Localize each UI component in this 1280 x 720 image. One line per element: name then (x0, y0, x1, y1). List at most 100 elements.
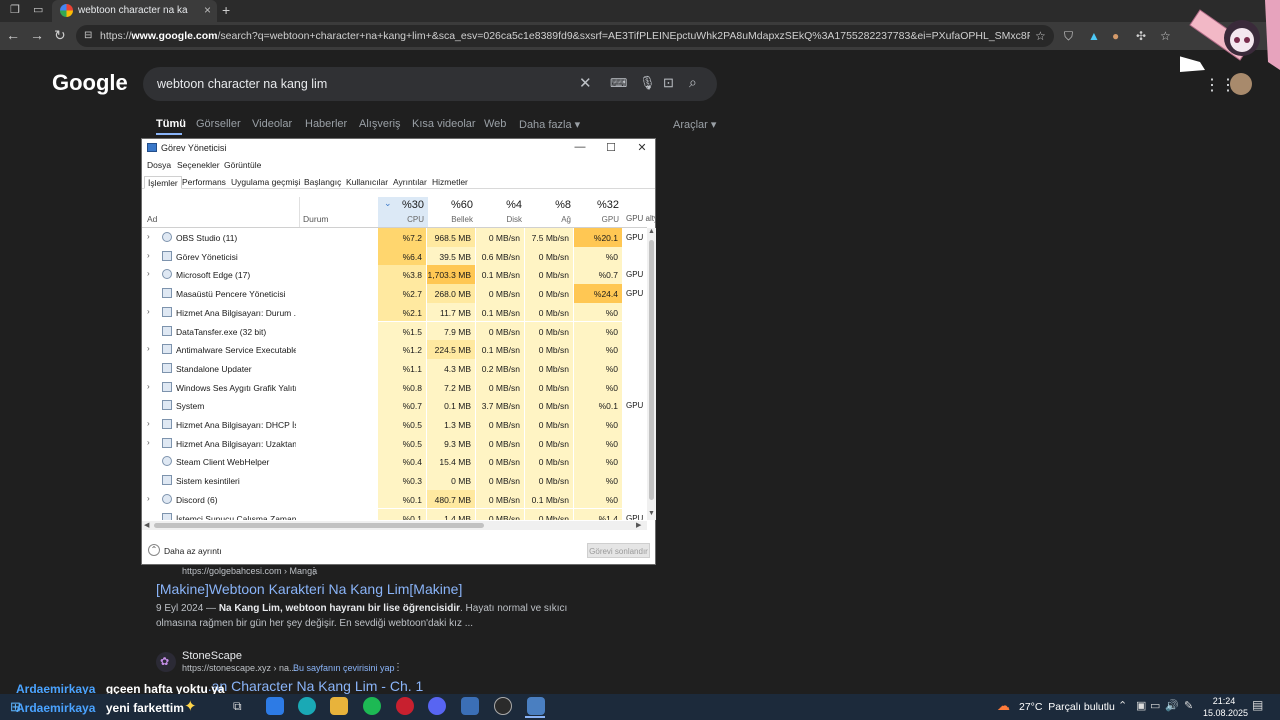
file-explorer-icon[interactable] (330, 697, 348, 715)
process-row[interactable]: › OBS Studio (11) %7.2 968.5 MB 0 MB/sn 7.5 M… (142, 228, 647, 247)
tray-app-icon[interactable]: ▣ (1136, 699, 1146, 712)
close-icon[interactable]: ✕ (632, 141, 652, 154)
pen-icon[interactable]: ✎ (1184, 699, 1193, 712)
keyboard-icon[interactable]: ⌨ (610, 76, 627, 90)
account-avatar[interactable] (1230, 73, 1252, 95)
app-icon[interactable] (461, 697, 479, 715)
col-status-header[interactable]: Durum (303, 214, 329, 224)
minimize-icon[interactable]: — (570, 141, 590, 153)
process-row[interactable]: › Antimalware Service Executable %1.2 224.5… (142, 340, 647, 359)
expand-chevron-icon[interactable]: › (147, 344, 150, 353)
process-row[interactable]: Sistem kesintileri %0.3 0 MB 0 MB/sn 0 Mb/sn… (142, 471, 647, 490)
menu-options[interactable]: Seçenekler (177, 160, 220, 170)
volume-icon[interactable]: 🔊 (1165, 699, 1179, 712)
site-info-icon[interactable]: ⊟ (84, 30, 92, 41)
scroll-down-icon[interactable]: ▼ (648, 510, 655, 517)
close-tab-icon[interactable]: × (204, 3, 211, 17)
start-icon[interactable]: ⊞ (10, 699, 21, 715)
process-row[interactable]: › Hizmet Ana Bilgisayarı: DHCP İs... %0.5 1… (142, 415, 647, 434)
result1-menu-icon[interactable]: ⋮ (309, 566, 319, 577)
favorite-star-icon[interactable]: ☆ (1035, 29, 1046, 43)
forward-icon[interactable]: → (30, 27, 44, 43)
tab-app-history[interactable]: Uygulama geçmişi (228, 176, 303, 189)
process-row[interactable]: DataTansfer.exe (32 bit) %1.5 7.9 MB 0 MB/s… (142, 321, 647, 341)
result2-menu-icon[interactable]: ⋮ (393, 662, 403, 673)
tab-web[interactable]: Web (484, 118, 506, 130)
task-view-icon[interactable]: ⧉ (233, 699, 242, 714)
task-manager-taskbar-icon[interactable] (527, 697, 545, 715)
menu-view[interactable]: Görüntüle (224, 160, 261, 170)
tab-videos[interactable]: Videolar (252, 118, 292, 130)
shield-icon[interactable]: ⛉ (1064, 29, 1073, 44)
clock-time[interactable]: 21:24 (1210, 696, 1238, 706)
expand-chevron-icon[interactable]: › (147, 419, 150, 428)
tab-images[interactable]: Görseller (196, 118, 241, 130)
expand-chevron-icon[interactable]: › (147, 494, 150, 503)
tab-performance[interactable]: Performans (179, 176, 229, 189)
fewer-details-link[interactable]: Daha az ayrıntı (164, 546, 222, 556)
col-disk-total[interactable]: %4 (474, 199, 522, 211)
valorant-icon[interactable] (396, 697, 414, 715)
obs-icon[interactable] (494, 697, 512, 715)
search-input[interactable]: webtoon character na kang lim (157, 77, 327, 91)
process-row[interactable]: › Hizmet Ana Bilgisayarı: Uzaktan ... %0.5… (142, 433, 647, 453)
vertical-scrollbar[interactable]: ▲ ▼ (647, 228, 656, 520)
spotify-icon[interactable] (363, 697, 381, 715)
process-row[interactable]: Masaüstü Pencere Yöneticisi %2.7 268.0 MB 0… (142, 284, 647, 303)
col-net-total[interactable]: %8 (523, 199, 571, 211)
tab-details[interactable]: Ayrıntılar (390, 176, 430, 189)
tab-short-videos[interactable]: Kısa videolar (412, 118, 476, 130)
google-logo[interactable]: Google (52, 70, 128, 96)
expand-chevron-icon[interactable]: › (147, 307, 150, 316)
tray-chevron-icon[interactable]: ⌃ (1118, 699, 1127, 712)
tab-all[interactable]: Tümü (156, 118, 186, 130)
horizontal-scrollbar[interactable]: ◀ ▶ (142, 521, 647, 530)
extension-icon[interactable]: ▲ (1088, 29, 1100, 43)
result2-translate-link[interactable]: Bu sayfanın çevirisini yap (293, 663, 395, 673)
weather-text[interactable]: 27°C Parçalı bulutlu (1019, 701, 1115, 713)
scroll-right-icon[interactable]: ▶ (636, 521, 641, 529)
col-gpu-header[interactable]: GPU (571, 215, 619, 224)
collapse-chevron-icon[interactable]: ⌃ (148, 544, 160, 556)
col-gpu-total[interactable]: %32 (571, 199, 619, 211)
tools-button[interactable]: Araçlar ▾ (673, 118, 716, 131)
expand-chevron-icon[interactable]: › (147, 382, 150, 391)
process-row[interactable]: İstemci Sunucu Çalışma Zamanı... %0.1 1.4 … (142, 508, 647, 520)
process-row[interactable]: › Microsoft Edge (17) %3.8 1,703.3 MB 0.1 MB… (142, 265, 647, 285)
discord-icon[interactable] (428, 697, 446, 715)
expand-chevron-icon[interactable]: › (147, 232, 150, 241)
tab-processes[interactable]: İşlemler (144, 176, 182, 189)
tab-news[interactable]: Haberler (305, 118, 347, 130)
favorites-icon[interactable]: ☆ (1160, 29, 1171, 43)
expand-chevron-icon[interactable]: › (147, 438, 150, 447)
scroll-up-icon[interactable]: ▲ (648, 228, 655, 235)
col-gpu-engine-header[interactable]: GPU alty (626, 214, 656, 223)
tab-startup[interactable]: Başlangıç (301, 176, 344, 189)
clock-date[interactable]: 15.08.2025 (1203, 708, 1248, 718)
edge-icon[interactable] (298, 697, 316, 715)
process-row[interactable]: › Görev Yöneticisi %6.4 39.5 MB 0.6 MB/sn 0 M… (142, 246, 647, 266)
result1-title[interactable]: [Makine]Webtoon Karakteri Na Kang Lim[Ma… (156, 581, 462, 597)
horizontal-scroll-thumb[interactable] (154, 523, 484, 528)
process-row[interactable]: › Hizmet Ana Bilgisayarı: Durum ... %2.1 11… (142, 302, 647, 322)
url-field[interactable]: ⊟ https://www.google.com/search?q=webtoo… (76, 25, 1054, 47)
new-tab-icon[interactable]: + (222, 2, 230, 18)
col-disk-header[interactable]: Disk (474, 215, 522, 224)
extensions-puzzle-icon[interactable]: ✣ (1136, 29, 1146, 43)
tab-actions-icon[interactable]: ▭ (33, 3, 43, 16)
scroll-left-icon[interactable]: ◀ (144, 521, 149, 529)
network-icon[interactable]: ▭ (1150, 699, 1160, 712)
notifications-icon[interactable]: ▤ (1252, 698, 1263, 712)
clear-icon[interactable]: ✕ (579, 74, 592, 92)
lens-icon[interactable]: ⊡ (663, 75, 674, 91)
process-row[interactable]: › Windows Ses Aygıtı Grafik Yalıtı... %0.8… (142, 377, 647, 397)
end-task-button[interactable]: Görevi sonlandır (587, 543, 650, 558)
extension-face-icon[interactable]: ● (1112, 29, 1119, 43)
process-row[interactable]: Standalone Updater %1.1 4.3 MB 0.2 MB/sn 0 M… (142, 358, 647, 378)
col-mem-total[interactable]: %60 (425, 199, 473, 211)
maximize-icon[interactable]: ☐ (601, 141, 621, 154)
tab-services[interactable]: Hizmetler (429, 176, 471, 189)
search-box[interactable]: webtoon character na kang lim ✕ ⌨ 🎙 ⊡ ⌕ (143, 67, 717, 101)
col-mem-header[interactable]: Bellek (425, 215, 473, 224)
tab-more[interactable]: Daha fazla ▾ (519, 118, 580, 131)
